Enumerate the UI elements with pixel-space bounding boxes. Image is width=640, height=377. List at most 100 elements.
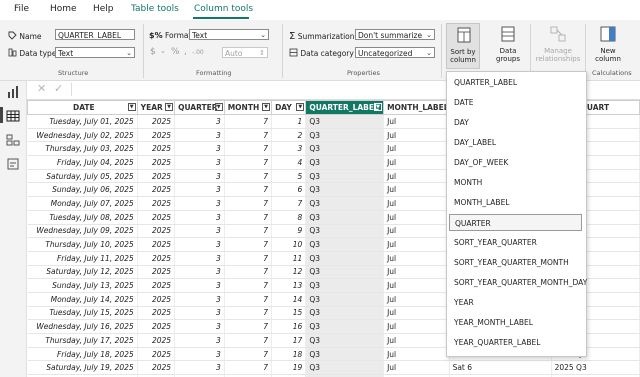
- sort-menu-item[interactable]: MONTH: [449, 174, 582, 191]
- table-cell[interactable]: 6: [271, 182, 307, 198]
- table-cell[interactable]: 7: [224, 141, 273, 157]
- table-cell[interactable]: 1: [271, 114, 307, 129]
- table-cell[interactable]: 3: [174, 224, 225, 239]
- sort-menu-item[interactable]: QUARTER_LABEL: [449, 74, 582, 91]
- table-cell[interactable]: Tuesday, July 08, 2025: [27, 210, 138, 225]
- table-cell[interactable]: 3: [174, 237, 225, 252]
- table-cell[interactable]: Wednesday, July 16, 2025: [27, 319, 138, 334]
- table-cell[interactable]: 7: [224, 251, 273, 266]
- table-cell[interactable]: Jul: [383, 306, 450, 321]
- filter-icon[interactable]: ▼: [214, 103, 223, 111]
- table-cell[interactable]: Jul: [383, 128, 450, 143]
- table-cell[interactable]: 2025: [137, 333, 176, 348]
- sort-menu-item[interactable]: SORT_YEAR_QUARTER: [449, 234, 582, 251]
- menu-help[interactable]: Help: [93, 4, 114, 14]
- table-cell[interactable]: Jul: [383, 251, 450, 266]
- table-cell[interactable]: 3: [174, 319, 225, 334]
- table-cell[interactable]: Q3: [305, 210, 385, 225]
- table-cell[interactable]: 15: [271, 306, 307, 321]
- table-cell[interactable]: Jul: [383, 360, 450, 376]
- table-cell[interactable]: 7: [224, 265, 273, 280]
- table-cell[interactable]: 2025: [137, 251, 176, 266]
- table-cell[interactable]: 3: [174, 169, 225, 184]
- table-cell[interactable]: 3: [174, 292, 225, 307]
- table-cell[interactable]: 3: [174, 155, 225, 170]
- table-cell[interactable]: 3: [174, 347, 225, 362]
- menu-table-tools[interactable]: Table tools: [131, 4, 179, 14]
- table-cell[interactable]: Thursday, July 17, 2025: [27, 333, 138, 348]
- table-cell[interactable]: Q3: [305, 319, 385, 334]
- table-cell[interactable]: Sat 6: [449, 360, 552, 376]
- table-cell[interactable]: Q3: [305, 196, 385, 211]
- table-cell[interactable]: Jul: [383, 319, 450, 334]
- table-cell[interactable]: 10: [271, 237, 307, 252]
- filter-icon[interactable]: ▼: [296, 103, 305, 111]
- table-cell[interactable]: 7: [224, 224, 273, 239]
- report-view-icon[interactable]: [6, 85, 20, 99]
- table-cell[interactable]: Q3: [305, 265, 385, 280]
- dax-query-view-icon[interactable]: [6, 157, 20, 171]
- table-cell[interactable]: 3: [174, 333, 225, 348]
- new-column-button[interactable]: New column: [590, 23, 626, 69]
- filter-icon[interactable]: ▼: [374, 103, 383, 111]
- table-cell[interactable]: Q3: [305, 360, 385, 376]
- table-cell[interactable]: 7: [224, 169, 273, 184]
- table-cell[interactable]: 7: [224, 237, 273, 252]
- table-cell[interactable]: Jul: [383, 333, 450, 348]
- table-cell[interactable]: Jul: [383, 169, 450, 184]
- table-cell[interactable]: 7: [224, 319, 273, 334]
- table-cell[interactable]: Jul: [383, 278, 450, 293]
- table-cell[interactable]: 2025: [137, 182, 176, 198]
- table-cell[interactable]: Q3: [305, 155, 385, 170]
- table-cell[interactable]: 3: [174, 210, 225, 225]
- table-cell[interactable]: Sunday, July 13, 2025: [27, 278, 138, 293]
- table-cell[interactable]: 18: [271, 347, 307, 362]
- sort-menu-item[interactable]: YEAR: [449, 294, 582, 311]
- table-cell[interactable]: 4: [271, 155, 307, 170]
- manage-relationships-button[interactable]: Manage relationships: [535, 23, 581, 69]
- column-header-day[interactable]: DAY ▼: [271, 100, 307, 115]
- table-cell[interactable]: 7: [224, 360, 273, 376]
- data-groups-button[interactable]: Data groups: [490, 23, 526, 69]
- table-cell[interactable]: 13: [271, 278, 307, 293]
- sort-menu-item[interactable]: YEAR_MONTH_LABEL: [449, 314, 582, 331]
- filter-icon[interactable]: ▼: [262, 103, 271, 111]
- table-cell[interactable]: 2025: [137, 265, 176, 280]
- table-cell[interactable]: 3: [174, 128, 225, 143]
- table-cell[interactable]: 7: [224, 306, 273, 321]
- table-cell[interactable]: Q3: [305, 306, 385, 321]
- table-cell[interactable]: 3: [174, 182, 225, 198]
- table-cell[interactable]: 2025: [137, 237, 176, 252]
- table-cell[interactable]: Sunday, July 06, 2025: [27, 182, 138, 198]
- table-cell[interactable]: 2025: [137, 224, 176, 239]
- table-cell[interactable]: Tuesday, July 15, 2025: [27, 306, 138, 321]
- table-cell[interactable]: 7: [224, 128, 273, 143]
- table-cell[interactable]: 3: [174, 265, 225, 280]
- table-cell[interactable]: 2025: [137, 169, 176, 184]
- table-cell[interactable]: 3: [271, 141, 307, 157]
- table-cell[interactable]: 2025: [137, 196, 176, 211]
- table-cell[interactable]: 7: [224, 210, 273, 225]
- table-cell[interactable]: Jul: [383, 114, 450, 129]
- table-cell[interactable]: 7: [224, 155, 273, 170]
- table-cell[interactable]: Jul: [383, 210, 450, 225]
- table-cell[interactable]: 3: [174, 306, 225, 321]
- decimal-places-stepper[interactable]: Auto ⇕: [222, 47, 268, 58]
- table-cell[interactable]: Jul: [383, 265, 450, 280]
- table-cell[interactable]: 7: [224, 196, 273, 211]
- column-header-date[interactable]: DATE ▼: [27, 100, 138, 115]
- table-cell[interactable]: 2025: [137, 141, 176, 157]
- datatype-select[interactable]: Text ⌄: [55, 47, 135, 58]
- table-cell[interactable]: Friday, July 18, 2025: [27, 347, 138, 362]
- table-cell[interactable]: 12: [271, 265, 307, 280]
- table-cell[interactable]: Q3: [305, 141, 385, 157]
- table-cell[interactable]: Q3: [305, 347, 385, 362]
- table-cell[interactable]: Q3: [305, 128, 385, 143]
- table-cell[interactable]: 16: [271, 319, 307, 334]
- percent-button[interactable]: %: [171, 47, 180, 57]
- column-header-quarter-label[interactable]: QUARTER_LABEL ▼: [305, 100, 385, 115]
- table-cell[interactable]: 2025: [137, 210, 176, 225]
- column-header-year[interactable]: YEAR ▼: [136, 100, 176, 115]
- table-cell[interactable]: 3: [174, 196, 225, 211]
- table-cell[interactable]: 7: [224, 292, 273, 307]
